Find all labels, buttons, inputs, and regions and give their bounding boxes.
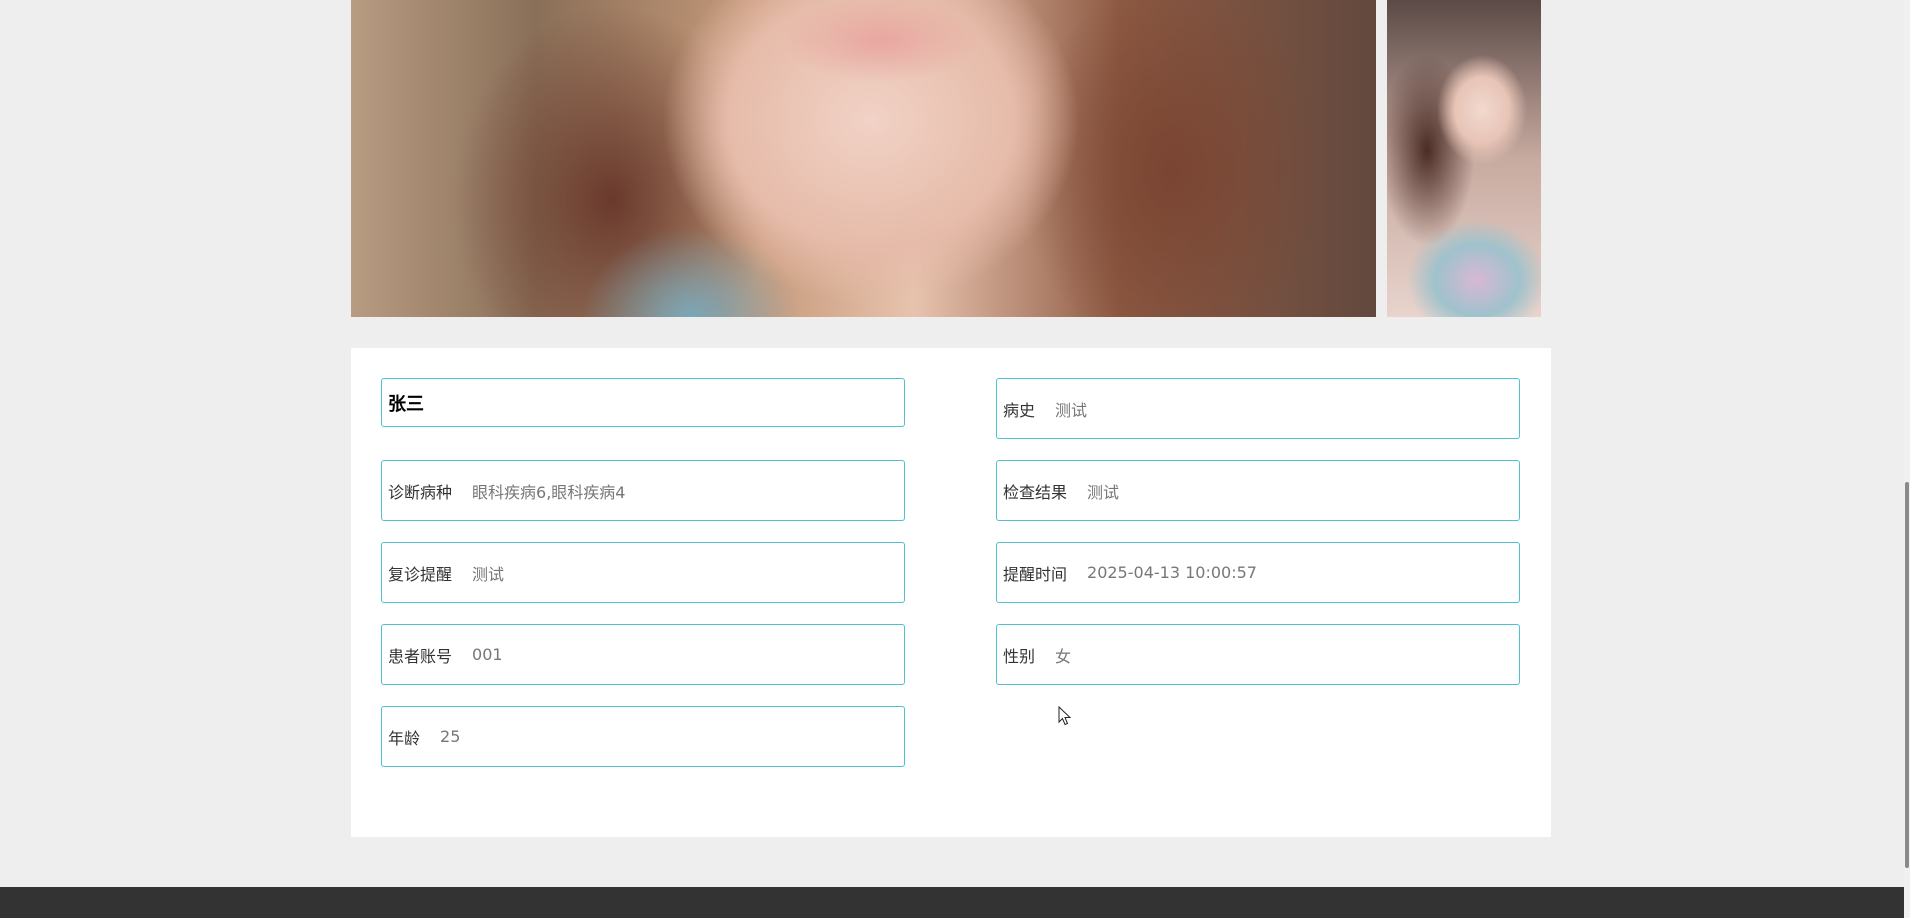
patient-info-panel: 张三 诊断病种 眼科疾病6,眼科疾病4 复诊提醒 测试 患者账号 001 年龄 … bbox=[351, 348, 1551, 837]
patient-account-value: 001 bbox=[472, 645, 503, 664]
patient-account-label: 患者账号 bbox=[388, 646, 453, 666]
gender-field: 性别 女 bbox=[996, 624, 1520, 685]
main-photo[interactable] bbox=[351, 0, 1376, 317]
patient-name: 张三 bbox=[388, 393, 424, 415]
reminder-time-field: 提醒时间 2025-04-13 10:00:57 bbox=[996, 542, 1520, 603]
diagnosis-value: 眼科疾病6,眼科疾病4 bbox=[472, 482, 626, 502]
age-label: 年龄 bbox=[388, 728, 421, 748]
page-footer bbox=[0, 887, 1910, 918]
medical-history-value: 测试 bbox=[1055, 400, 1088, 420]
followup-reminder-value: 测试 bbox=[472, 564, 505, 584]
followup-reminder-field: 复诊提醒 测试 bbox=[381, 542, 905, 603]
medical-history-field: 病史 测试 bbox=[996, 378, 1520, 439]
age-value: 25 bbox=[440, 727, 461, 746]
gender-label: 性别 bbox=[1003, 646, 1036, 666]
scrollbar-thumb[interactable] bbox=[1905, 482, 1909, 868]
reminder-time-value: 2025-04-13 10:00:57 bbox=[1087, 563, 1257, 582]
patient-name-field: 张三 bbox=[381, 378, 905, 427]
diagnosis-field: 诊断病种 眼科疾病6,眼科疾病4 bbox=[381, 460, 905, 521]
gender-value: 女 bbox=[1055, 646, 1072, 666]
age-field: 年龄 25 bbox=[381, 706, 905, 767]
followup-reminder-label: 复诊提醒 bbox=[388, 564, 453, 584]
thumbnail-photo[interactable] bbox=[1387, 0, 1541, 317]
reminder-time-label: 提醒时间 bbox=[1003, 564, 1068, 584]
mouse-cursor-icon bbox=[1058, 706, 1072, 726]
photo-gallery bbox=[351, 0, 1541, 317]
exam-result-field: 检查结果 测试 bbox=[996, 460, 1520, 521]
exam-result-label: 检查结果 bbox=[1003, 482, 1068, 502]
diagnosis-label: 诊断病种 bbox=[388, 482, 453, 502]
medical-history-label: 病史 bbox=[1003, 400, 1036, 420]
exam-result-value: 测试 bbox=[1087, 482, 1120, 502]
patient-account-field: 患者账号 001 bbox=[381, 624, 905, 685]
